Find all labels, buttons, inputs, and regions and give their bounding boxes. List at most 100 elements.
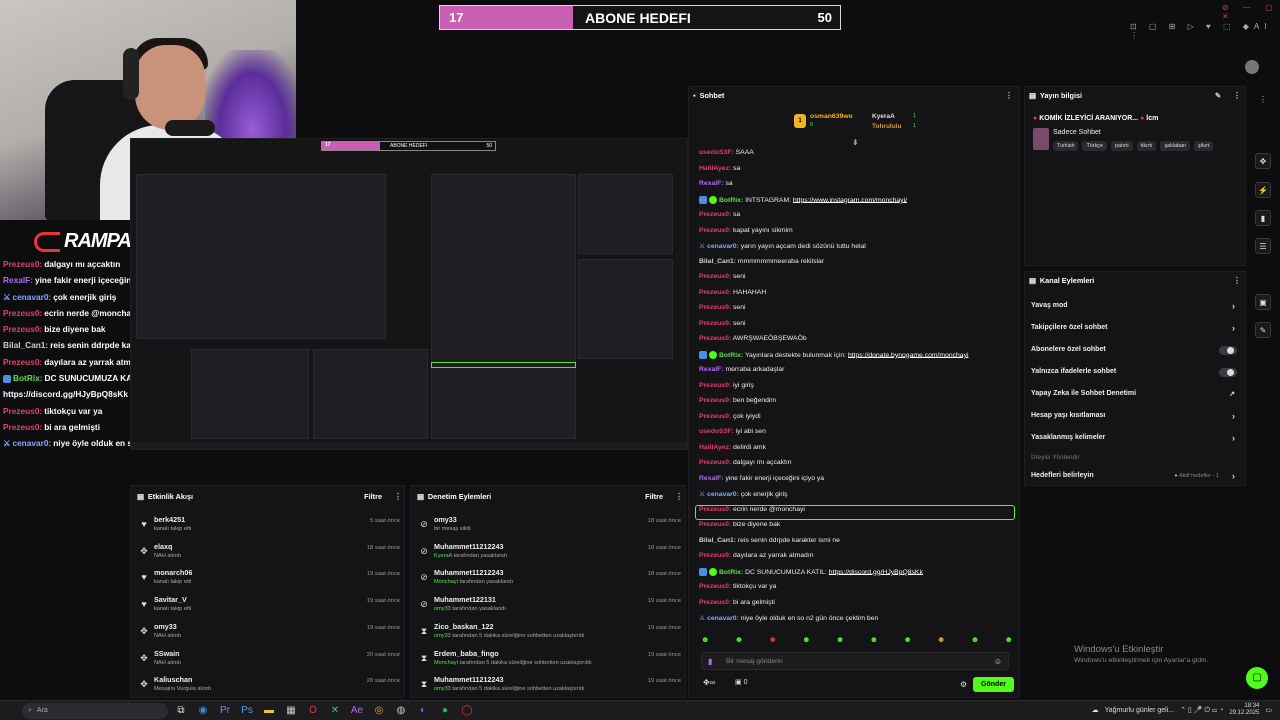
avatar[interactable] <box>1245 60 1259 74</box>
chat-username[interactable]: Prezeus0: <box>699 227 731 234</box>
side-icon-1[interactable]: ✥ <box>1255 153 1271 169</box>
moderation-item[interactable]: ⊘ omy33 bir mesajı silidi 18 saat önce <box>411 512 687 538</box>
activity-item[interactable]: ✥ Kaliuschan Mesajını Vurgula alındı 20 saa… <box>131 672 406 698</box>
toggle-switch[interactable] <box>1219 346 1237 355</box>
chat-username[interactable]: Bilal_Can1: <box>699 537 736 544</box>
side-icon-3[interactable]: ▮ <box>1255 210 1271 226</box>
chat-input[interactable]: ▮ Bir mesaj gönderin ☺ <box>701 652 1009 670</box>
chat-username[interactable]: cenavar0: <box>707 491 739 498</box>
chat-username[interactable]: cenavar0: <box>707 615 739 622</box>
chat-username[interactable]: Prezeus0: <box>699 289 731 296</box>
activity-item[interactable]: ♥ monarch06 kanalı takip etti 19 saat önce <box>131 565 406 591</box>
app-icon-calculator[interactable]: ▦ <box>282 702 300 720</box>
side-icon-4[interactable]: ☰ <box>1255 238 1271 254</box>
chat-username[interactable]: usedoS3F: <box>699 428 734 435</box>
channel-actions-menu-icon[interactable]: ⋮ <box>1233 276 1241 285</box>
app-icon-discord[interactable]: ◐ <box>414 702 432 720</box>
channel-action-row[interactable]: Yasaklanmış kelimeler › <box>1031 433 1241 443</box>
moderator-name[interactable]: Monchayi <box>434 660 458 666</box>
moderation-item[interactable]: ⊘ Muhammet11212243 Monchayi tarafından yas… <box>411 565 687 591</box>
activity-item[interactable]: ✥ SSwain NAH alındı 20 saat önce <box>131 646 406 672</box>
chat-link[interactable]: https://www.instagram.com/monchayi/ <box>793 196 907 203</box>
channel-action-row[interactable]: Yalnızca ifadelerle sohbet <box>1031 368 1241 377</box>
chat-username[interactable]: BotRix: <box>719 568 743 575</box>
chat-username[interactable]: Prezeus0: <box>699 273 731 280</box>
stream-tag[interactable]: patırtı <box>1110 141 1133 151</box>
chat-username[interactable]: RexalF: <box>699 475 724 482</box>
moderation-target[interactable]: Erdem_baba_fingo <box>434 649 499 658</box>
chat-username[interactable]: Prezeus0: <box>699 304 731 311</box>
taskbar-search[interactable]: ⌕ Ara <box>22 702 168 719</box>
notification-icon[interactable]: ▭ <box>1265 706 1272 714</box>
moderation-menu-icon[interactable]: ⋮ <box>675 492 683 501</box>
activity-item[interactable]: ♥ berk4251 kanalı takip etti 5 saat önce <box>131 512 406 538</box>
stream-category[interactable]: Sadece Sohbet <box>1053 129 1101 136</box>
chat-username[interactable]: Prezeus0: <box>699 459 731 466</box>
activity-menu-icon[interactable]: ⋮ <box>394 492 402 501</box>
chat-username[interactable]: Bilal_Can1: <box>699 258 736 265</box>
app-icon-obs[interactable]: ◍ <box>392 702 410 720</box>
app-icon-premiere[interactable]: Pr <box>216 702 234 720</box>
activity-username[interactable]: monarch06 <box>154 568 192 577</box>
tray-icons[interactable]: ⌃ ▯ 🎤 ⏻ ▭ ◔ <box>1180 706 1223 715</box>
chat-username[interactable]: HalilAyez: <box>699 444 731 451</box>
moderator-name[interactable]: omy33 <box>434 633 451 639</box>
chevron-right-icon[interactable]: › <box>1232 411 1235 421</box>
activity-username[interactable]: elaxq <box>154 542 172 551</box>
activity-filter-button[interactable]: Filtre <box>364 492 382 501</box>
clock[interactable]: 18:34 29.12.2025 <box>1229 703 1259 717</box>
app-icon-ae[interactable]: Ae <box>348 702 366 720</box>
channel-action-row[interactable]: Hesap yaşı kısıtlaması › <box>1031 411 1241 421</box>
chat-username[interactable]: Prezeus0: <box>699 552 731 559</box>
chevron-right-icon[interactable]: › <box>1232 301 1235 311</box>
activity-username[interactable]: berk4251 <box>154 515 185 524</box>
moderation-item[interactable]: ⊘ Muhammet122131 omy33 tarafından yasaklan… <box>411 592 687 618</box>
chat-username[interactable]: Prezeus0: <box>699 397 731 404</box>
moderation-item[interactable]: ⧗ Muhammet11212243 omy33 tarafından 5 daki… <box>411 672 687 698</box>
chat-username[interactable]: cenavar0: <box>707 243 739 250</box>
stream-tag[interactable]: Turkish <box>1053 141 1079 151</box>
chat-username[interactable]: HalilAyez: <box>699 165 731 172</box>
points-counter[interactable]: ▣ 0 <box>735 678 747 686</box>
emote-bar[interactable]: ☻ ☻ ☻ ☻ ☻ ☻ ☻ ☻ ☻ ☻ <box>701 635 1013 647</box>
app-icon-photoshop[interactable]: Ps <box>238 702 256 720</box>
stream-tag[interactable]: tikırtı <box>1136 141 1157 151</box>
side-icon-5[interactable]: ▣ <box>1255 294 1271 310</box>
chat-username[interactable]: BotRix: <box>719 196 743 203</box>
moderator-name[interactable]: omy33 <box>434 606 451 612</box>
emoji-icon[interactable]: ☺ <box>994 657 1002 666</box>
external-link-icon[interactable]: ↗ <box>1229 390 1235 398</box>
activity-username[interactable]: SSwain <box>154 649 180 658</box>
moderation-target[interactable]: Zico_baskan_122 <box>434 622 494 631</box>
app-icon-opera[interactable]: O <box>304 702 322 720</box>
moderation-target[interactable]: Muhammet11212243 <box>434 568 504 577</box>
mic-icon[interactable]: ▮ <box>708 657 712 666</box>
channel-action-row[interactable]: Takipçilere özel sohbet › <box>1031 323 1241 333</box>
goals-row[interactable]: Hedefleri belirleyin ● Aktif hedefler - … <box>1031 471 1241 481</box>
chat-username[interactable]: BotRix: <box>719 351 743 358</box>
app-icon-edge[interactable]: ◉ <box>194 702 212 720</box>
activity-item[interactable]: ♥ Savitar_V kanalı takip etti 19 saat önce <box>131 592 406 618</box>
stream-tag[interactable]: şikırt <box>1194 141 1214 151</box>
moderation-filter-button[interactable]: Filtre <box>645 492 663 501</box>
channel-action-row[interactable]: Yapay Zeka ile Sohbet Denetimi ↗ <box>1031 390 1241 398</box>
chat-settings-icon[interactable]: ⚙ <box>960 680 967 689</box>
scroll-down-icon[interactable]: ⇟ <box>852 138 859 147</box>
moderation-target[interactable]: Muhammet11212243 <box>434 675 504 684</box>
moderation-target[interactable]: Muhammet122131 <box>434 595 496 604</box>
app-icon-chrome[interactable]: ◎ <box>370 702 388 720</box>
activity-item[interactable]: ✥ elaxq NAH alındı 18 saat önce <box>131 539 406 565</box>
side-icon-2[interactable]: ⚡ <box>1255 182 1271 198</box>
chat-username[interactable]: RexalF: <box>699 180 724 187</box>
moderation-item[interactable]: ⧗ Zico_baskan_122 omy33 tarafından 5 dakik… <box>411 619 687 645</box>
moderation-item[interactable]: ⊘ Muhammet11212243 KyeraA tarafından yasak… <box>411 539 687 565</box>
chevron-right-icon[interactable]: › <box>1232 323 1235 333</box>
chevron-right-icon[interactable]: › <box>1232 433 1235 443</box>
app-icon-explorer[interactable]: ▬ <box>260 702 278 720</box>
chat-menu-icon[interactable]: ⋮ <box>1005 91 1013 100</box>
weather-text[interactable]: Yağmurlu günler geli... <box>1105 707 1175 714</box>
channel-action-row[interactable]: Abonelere özel sohbet <box>1031 346 1241 355</box>
chat-username[interactable]: Prezeus0: <box>699 521 731 528</box>
app-icon-spotify[interactable]: ● <box>436 702 454 720</box>
chat-username[interactable]: Prezeus0: <box>699 335 731 342</box>
